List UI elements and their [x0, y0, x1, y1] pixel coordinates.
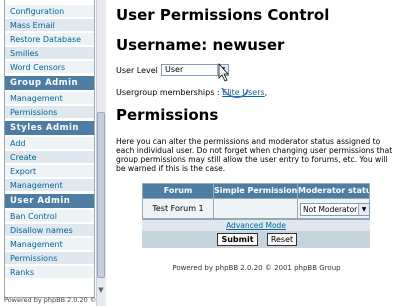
page-title: User Permissions Control	[116, 6, 330, 24]
username-heading: Username: newuser	[116, 36, 285, 54]
scroll-down-arrow-icon[interactable]: ▼	[97, 285, 105, 295]
nav-item-ban-control[interactable]: Ban Control	[5, 210, 94, 223]
permissions-description: Here you can alter the permissions and m…	[116, 137, 393, 173]
nav-item-user-management[interactable]: Management	[5, 238, 94, 251]
column-header-moderator-status: Moderator status	[298, 184, 369, 198]
permissions-heading: Permissions	[116, 106, 219, 124]
admin-nav-panel: Configuration Mass Email Restore Databas…	[4, 0, 95, 298]
nav-item-restore-database[interactable]: Restore Database	[5, 33, 94, 46]
user-level-value: User	[165, 65, 184, 74]
mouse-cursor-icon	[218, 62, 249, 98]
table-cell-simple-permissions	[214, 199, 297, 218]
usergroup-label: Usergroup memberships :	[116, 88, 220, 97]
nav-item-disallow-names[interactable]: Disallow names	[5, 224, 94, 237]
column-header-simple-permissions: Simple Permissions	[214, 184, 297, 198]
nav-scrollbar-thumb[interactable]	[97, 112, 105, 278]
advanced-mode-row: Advanced Mode	[142, 220, 370, 231]
nav-powered-by: Powered by phpBB 2.0.20 ©	[4, 296, 97, 304]
nav-item-styles-add[interactable]: Add	[5, 137, 94, 150]
nav-item-group-permissions[interactable]: Permissions	[5, 106, 94, 119]
nav-item-group-management[interactable]: Management	[5, 92, 94, 105]
user-level-label: User Level :	[116, 66, 164, 75]
nav-section-user-admin: User Admin	[5, 194, 94, 208]
nav-item-user-permissions[interactable]: Permissions	[5, 252, 94, 265]
chevron-down-icon[interactable]: ▼	[358, 204, 369, 215]
nav-item-configuration[interactable]: Configuration	[5, 5, 94, 18]
nav-item-styles-export[interactable]: Export	[5, 165, 94, 178]
nav-section-group-admin: Group Admin	[5, 76, 94, 90]
moderator-status-select[interactable]: Not Moderator ▼	[300, 203, 370, 216]
reset-button[interactable]: Reset	[267, 233, 297, 246]
nav-item-word-censors[interactable]: Word Censors	[5, 61, 94, 74]
column-header-forum: Forum	[143, 184, 213, 198]
footer-powered-by: Powered by phpBB 2.0.20 © 2001 phpBB Gro…	[172, 264, 341, 272]
nav-item-mass-email[interactable]: Mass Email	[5, 19, 94, 32]
submit-button[interactable]: Submit	[217, 233, 258, 246]
nav-item-smilies[interactable]: Smilies	[5, 47, 94, 60]
moderator-status-value: Not Moderator	[303, 205, 358, 214]
admin-nav-frame: Configuration Mass Email Restore Databas…	[0, 0, 107, 306]
nav-item-styles-management[interactable]: Management	[5, 179, 94, 192]
advanced-mode-link[interactable]: Advanced Mode	[226, 221, 286, 230]
table-cell-forum: Test Forum 1	[143, 199, 213, 218]
nav-item-styles-create[interactable]: Create	[5, 151, 94, 164]
nav-item-ranks[interactable]: Ranks	[5, 266, 94, 279]
nav-section-styles-admin: Styles Admin	[5, 121, 94, 135]
usergroup-suffix: ,	[264, 88, 268, 97]
